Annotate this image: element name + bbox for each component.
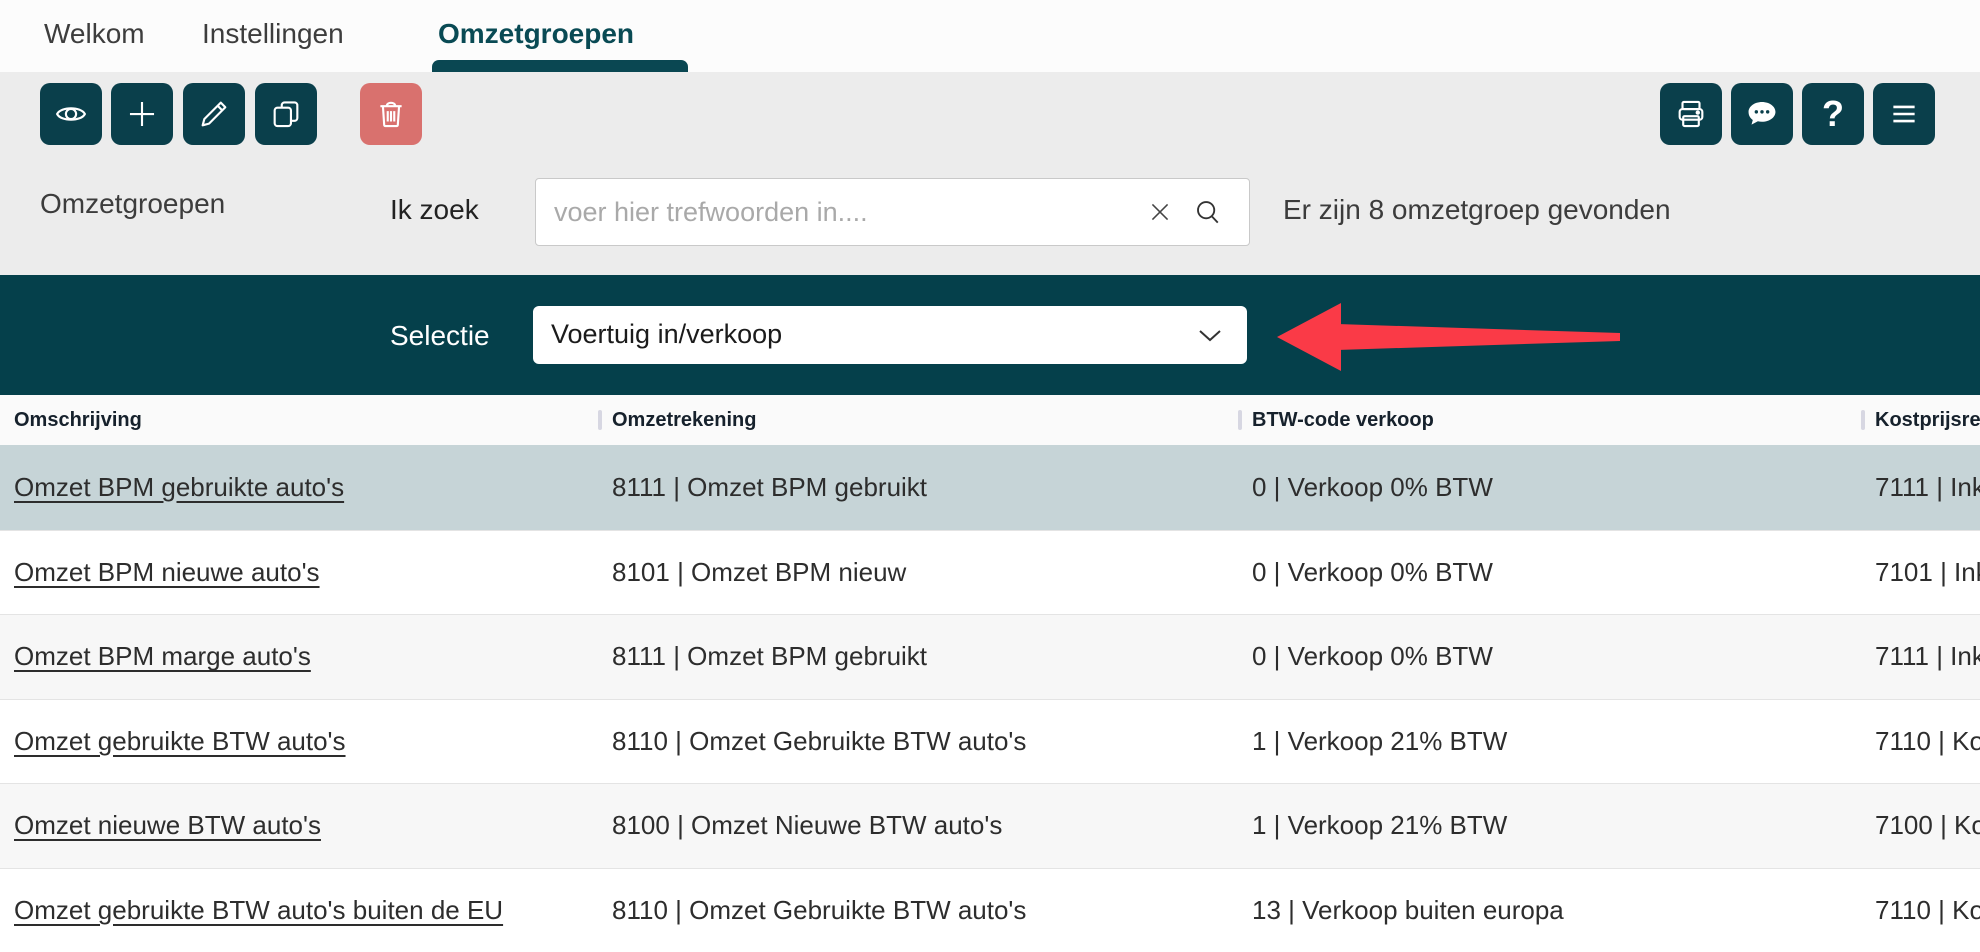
table-cell: 8100 | Omzet Nieuwe BTW auto's — [598, 810, 1238, 841]
chevron-down-icon — [1197, 328, 1223, 349]
selection-dropdown[interactable]: Voertuig in/verkoop — [533, 306, 1247, 364]
table-cell: 7101 | Ink — [1861, 557, 1980, 588]
table-cell: 8110 | Omzet Gebruikte BTW auto's — [598, 895, 1238, 926]
page-title: Omzetgroepen — [40, 188, 225, 220]
table-cell: 0 | Verkoop 0% BTW — [1238, 557, 1861, 588]
table-cell: 1 | Verkoop 21% BTW — [1238, 726, 1861, 757]
table-row[interactable]: Omzet BPM marge auto's 8111 | Omzet BPM … — [0, 614, 1980, 699]
view-button[interactable] — [40, 83, 102, 145]
clear-icon[interactable] — [1147, 199, 1173, 230]
delete-button[interactable] — [360, 83, 422, 145]
table-cell: 8111 | Omzet BPM gebruikt — [598, 641, 1238, 672]
result-count: Er zijn 8 omzetgroep gevonden — [1283, 194, 1671, 226]
tab-welkom[interactable]: Welkom — [44, 18, 145, 50]
table-cell-omschrijving-link[interactable]: Omzet BPM gebruikte auto's — [0, 472, 598, 503]
table-row[interactable]: Omzet gebruikte BTW auto's buiten de EU … — [0, 868, 1980, 952]
table-cell: 8110 | Omzet Gebruikte BTW auto's — [598, 726, 1238, 757]
table-row[interactable]: Omzet nieuwe BTW auto's 8100 | Omzet Nie… — [0, 783, 1980, 868]
tab-omzetgroepen[interactable]: Omzetgroepen — [438, 18, 634, 50]
chat-button[interactable] — [1731, 83, 1793, 145]
tab-instellingen[interactable]: Instellingen — [202, 18, 344, 50]
table-header-row: Omschrijving Omzetrekening BTW-code verk… — [0, 395, 1980, 445]
copy-button[interactable] — [255, 83, 317, 145]
pencil-icon — [197, 97, 231, 131]
print-button[interactable] — [1660, 83, 1722, 145]
app-window: Welkom Instellingen Omzetgroepen — [0, 0, 1980, 952]
omzetgroepen-table: Omschrijving Omzetrekening BTW-code verk… — [0, 395, 1980, 952]
selection-value: Voertuig in/verkoop — [551, 319, 782, 350]
tab-bar: Welkom Instellingen Omzetgroepen — [0, 0, 1980, 72]
table-cell: 1 | Verkoop 21% BTW — [1238, 810, 1861, 841]
table-cell: 8101 | Omzet BPM nieuw — [598, 557, 1238, 588]
help-button[interactable]: ? — [1802, 83, 1864, 145]
plus-icon — [125, 97, 159, 131]
table-cell: 0 | Verkoop 0% BTW — [1238, 641, 1861, 672]
search-label: Ik zoek — [390, 194, 479, 226]
annotation-arrow — [1277, 297, 1622, 382]
copy-icon — [269, 97, 303, 131]
column-header-btw-code-verkoop[interactable]: BTW-code verkoop — [1238, 409, 1861, 432]
table-row[interactable]: Omzet gebruikte BTW auto's 8110 | Omzet … — [0, 699, 1980, 784]
trash-icon — [374, 97, 408, 131]
edit-button[interactable] — [183, 83, 245, 145]
table-cell-omschrijving-link[interactable]: Omzet BPM nieuwe auto's — [0, 557, 598, 588]
search-input[interactable] — [536, 179, 1106, 245]
table-cell: 13 | Verkoop buiten europa — [1238, 895, 1861, 926]
chat-icon — [1745, 97, 1779, 131]
table-cell: 8111 | Omzet BPM gebruikt — [598, 472, 1238, 503]
table-cell: 7110 | Ko — [1861, 726, 1980, 757]
table-cell: 7100 | Ko — [1861, 810, 1980, 841]
selection-band: Selectie Voertuig in/verkoop — [0, 275, 1980, 395]
table-cell: 0 | Verkoop 0% BTW — [1238, 472, 1861, 503]
eye-icon — [54, 97, 88, 131]
table-row[interactable]: Omzet BPM nieuwe auto's 8101 | Omzet BPM… — [0, 530, 1980, 615]
table-cell-omschrijving-link[interactable]: Omzet nieuwe BTW auto's — [0, 810, 598, 841]
table-row[interactable]: Omzet BPM gebruikte auto's 8111 | Omzet … — [0, 445, 1980, 530]
menu-button[interactable] — [1873, 83, 1935, 145]
printer-icon — [1674, 97, 1708, 131]
hamburger-icon — [1887, 97, 1921, 131]
table-cell-omschrijving-link[interactable]: Omzet BPM marge auto's — [0, 641, 598, 672]
column-header-kostprijsrekening[interactable]: Kostprijsre — [1861, 409, 1980, 432]
search-icon[interactable] — [1193, 197, 1223, 232]
table-cell-omschrijving-link[interactable]: Omzet gebruikte BTW auto's — [0, 726, 598, 757]
table-cell-omschrijving-link[interactable]: Omzet gebruikte BTW auto's buiten de EU — [0, 895, 598, 926]
column-header-omzetrekening[interactable]: Omzetrekening — [598, 409, 1238, 432]
table-cell: 7111 | Ink — [1861, 472, 1980, 503]
selection-label: Selectie — [390, 320, 490, 352]
column-header-omschrijving[interactable]: Omschrijving — [0, 409, 598, 432]
question-icon: ? — [1822, 96, 1844, 132]
search-box — [535, 178, 1250, 246]
active-tab-indicator — [432, 60, 688, 72]
table-cell: 7111 | Ink — [1861, 641, 1980, 672]
table-cell: 7110 | Ko — [1861, 895, 1980, 926]
add-button[interactable] — [111, 83, 173, 145]
toolbar: ? Omzetgroepen Ik zoek — [0, 72, 1980, 275]
